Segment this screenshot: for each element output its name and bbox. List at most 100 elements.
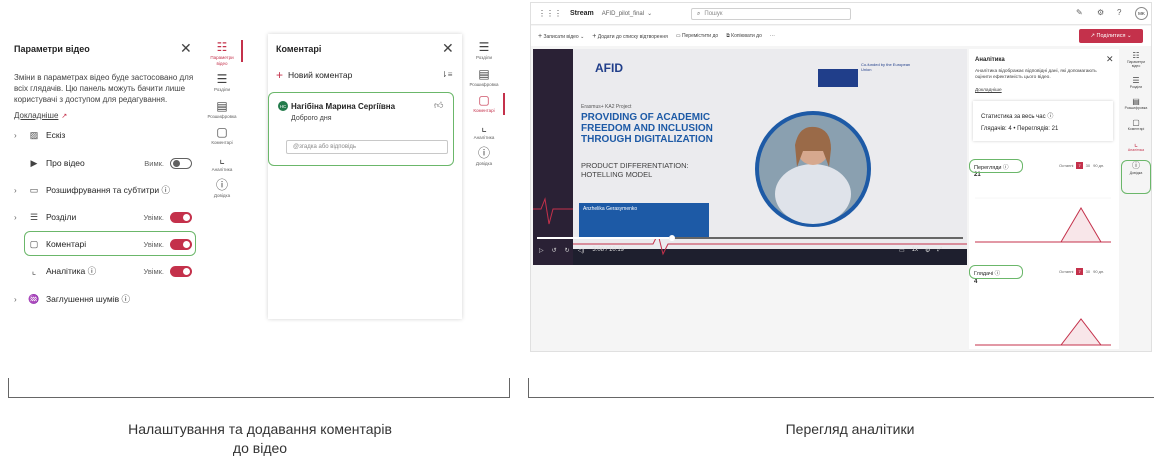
bracket-left bbox=[8, 378, 510, 398]
row-analytics[interactable]: ⌞ Аналітика ⓘ Увімк. bbox=[8, 260, 200, 282]
close-icon[interactable]: ✕ bbox=[1106, 54, 1114, 65]
captions-icon[interactable]: ▭ bbox=[899, 247, 905, 254]
image-icon: ▨ bbox=[29, 129, 39, 140]
share-button[interactable]: ↗ Поділитися ⌄ bbox=[1079, 29, 1143, 43]
chevron-right-icon: › bbox=[14, 185, 17, 195]
toolbar-add-playlist[interactable]: + Додати до списку відтворення bbox=[592, 33, 668, 40]
rail-help[interactable]: ⓘ Довідка bbox=[462, 146, 506, 167]
chapters-toggle[interactable] bbox=[170, 211, 192, 223]
stream-toolbar: + Записати відео ⌄ + Додати до списку ві… bbox=[531, 26, 1151, 46]
toolbar-label: Записати відео bbox=[543, 33, 579, 40]
video-frame bbox=[533, 49, 967, 265]
range-30[interactable]: 30 bbox=[1086, 163, 1090, 168]
rail-label: Коментарі bbox=[211, 140, 233, 145]
viewers-value: 4 bbox=[974, 279, 978, 285]
avatar[interactable]: MK bbox=[1135, 7, 1148, 20]
highlight-comment-card bbox=[268, 92, 454, 166]
row-transcript[interactable]: › ▭ Розшифрування та субтитри ⓘ bbox=[8, 179, 200, 201]
rail-comments[interactable]: ▢ Коментарі bbox=[200, 125, 244, 146]
rail-label: Аналітика bbox=[211, 166, 233, 172]
play-icon[interactable]: ▷ bbox=[539, 247, 544, 254]
learn-more-text[interactable]: Докладніше bbox=[14, 111, 58, 120]
progress-handle[interactable] bbox=[669, 235, 676, 241]
list-icon: ☰ bbox=[478, 40, 490, 54]
player-controls: ▷ ↺ ↻ ◁) 3:08 / 10:19 bbox=[539, 247, 624, 254]
rail-comments[interactable]: ▢ Коментарі bbox=[462, 93, 506, 115]
comment-icon: ▢ bbox=[1132, 118, 1140, 127]
rail-chapters[interactable]: ☰ Розділи bbox=[200, 72, 244, 93]
row-thumbnail[interactable]: › ▨ Ескіз bbox=[8, 124, 200, 146]
views-area bbox=[975, 207, 1111, 243]
video-time: 3:08 / 10:19 bbox=[592, 247, 625, 253]
share-label: Поділитися bbox=[1096, 33, 1126, 39]
app-name[interactable]: Stream bbox=[570, 10, 594, 17]
rewind-icon[interactable]: ↺ bbox=[552, 247, 557, 254]
progress-bar[interactable] bbox=[537, 235, 963, 241]
side-rail-right: ☷ Параметри відео ☰ Розділи ▤ Розшифровка ▢… bbox=[1121, 51, 1151, 175]
range-30[interactable]: 30 bbox=[1086, 269, 1090, 274]
row-about-video[interactable]: ▶ Про відео Вимк. bbox=[8, 152, 200, 174]
row-noise-suppression[interactable]: › ♒ Заглушення шумів ⓘ bbox=[8, 288, 200, 310]
toolbar-move[interactable]: ▭ Перемістити до bbox=[676, 33, 718, 39]
gear-icon[interactable]: ⚙ bbox=[1097, 8, 1104, 17]
rail-transcript[interactable]: ▤ Розшифровка bbox=[200, 99, 244, 120]
search-input[interactable]: ⌕ Пошук bbox=[691, 8, 851, 20]
analytics-toggle[interactable] bbox=[170, 265, 192, 277]
analytics-description: Аналітика відображає відповідні дані, як… bbox=[975, 69, 1097, 80]
rail-analytics[interactable]: ⌞ Аналітика bbox=[1128, 139, 1144, 152]
bracket-right bbox=[528, 378, 1154, 398]
highlight-comments-row bbox=[24, 231, 196, 256]
volume-icon[interactable]: ◁) bbox=[578, 247, 585, 254]
speed-label[interactable]: 1x bbox=[912, 247, 918, 254]
learn-more-link[interactable]: Докладніше bbox=[975, 88, 1002, 93]
range-90[interactable]: 90 дн. bbox=[1093, 163, 1104, 168]
gear-icon[interactable]: ⚙ bbox=[925, 247, 930, 254]
toolbar-label: Перемістити до bbox=[681, 33, 719, 39]
viewers-area bbox=[975, 318, 1111, 346]
rail-video-settings[interactable]: ☷ Параметри відео bbox=[200, 40, 244, 66]
range-7[interactable]: 7 bbox=[1076, 268, 1083, 275]
forward-icon[interactable]: ↻ bbox=[565, 247, 570, 254]
views-chart bbox=[975, 197, 1111, 243]
rail-video-settings[interactable]: ☷ Параметри відео bbox=[1123, 51, 1149, 68]
rail-transcript[interactable]: ▤ Розшифровка bbox=[462, 67, 506, 88]
range-90[interactable]: 90 дн. bbox=[1093, 269, 1104, 274]
close-icon[interactable]: ✕ bbox=[180, 42, 192, 56]
sort-icon[interactable]: ⇂≡ bbox=[441, 70, 452, 79]
file-name[interactable]: AFID_pilot_final bbox=[602, 11, 644, 17]
transcript-icon: ▤ bbox=[216, 98, 228, 113]
rail-help[interactable]: ⓘ Довідка bbox=[200, 178, 244, 199]
rail-chapters[interactable]: ☰ Розділи bbox=[1130, 76, 1142, 89]
about-toggle[interactable] bbox=[170, 157, 192, 169]
chevron-down-icon[interactable]: ⌄ bbox=[647, 10, 652, 17]
toolbar-record[interactable]: + Записати відео ⌄ bbox=[538, 33, 584, 40]
toolbar-more[interactable]: ··· bbox=[770, 33, 775, 39]
progress-fill bbox=[537, 237, 670, 239]
chevron-right-icon: › bbox=[14, 130, 17, 140]
rail-analytics[interactable]: ⌞ Аналітика bbox=[462, 120, 506, 141]
rail-analytics[interactable]: ⌞ Аналітика bbox=[200, 152, 244, 173]
comment-icon: ▢ bbox=[216, 125, 228, 139]
help-icon[interactable]: ? bbox=[1117, 8, 1121, 17]
rail-transcript[interactable]: ▤ Розшифровка bbox=[1125, 97, 1148, 110]
rail-comments[interactable]: ▢ Коментарі bbox=[1128, 118, 1145, 131]
rail-chapters[interactable]: ☰ Розділи bbox=[462, 40, 506, 61]
app-launcher-icon[interactable]: ⋮⋮⋮ bbox=[538, 9, 562, 18]
row-label: Розшифрування та субтитри ⓘ bbox=[46, 185, 170, 195]
learn-more-link[interactable]: Докладніше ↗ bbox=[14, 105, 67, 123]
toolbar-copy[interactable]: ⧉ Копіювати до bbox=[726, 33, 762, 39]
range-label: Останні bbox=[1059, 269, 1074, 274]
fullscreen-icon[interactable]: ⤢ bbox=[937, 247, 942, 254]
pen-icon[interactable]: ✎ bbox=[1076, 8, 1083, 17]
rail-label: Довідка bbox=[475, 161, 493, 166]
close-icon[interactable]: ✕ bbox=[442, 42, 454, 56]
rail-label: Розшифровка bbox=[207, 113, 237, 119]
new-comment-label: Новий коментар bbox=[288, 70, 353, 80]
row-chapters[interactable]: › ☰ Розділи Увімк. bbox=[8, 206, 200, 228]
settings-icon: ☷ bbox=[216, 40, 228, 54]
new-comment-button[interactable]: + Новий коментар bbox=[276, 68, 352, 82]
list-icon: ☰ bbox=[216, 72, 228, 86]
video-player[interactable]: AFID Co-funded by the European Union Era… bbox=[533, 49, 967, 265]
range-7[interactable]: 7 bbox=[1076, 162, 1083, 169]
toolbar-label: Додати до списку відтворення bbox=[597, 33, 668, 40]
